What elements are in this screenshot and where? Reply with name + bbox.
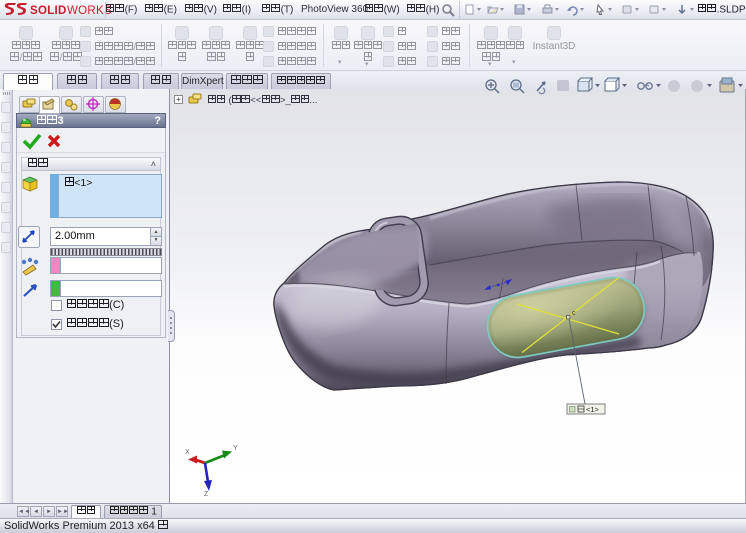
svg-text:Z: Z (204, 491, 209, 498)
svg-text:SOLID: SOLID (30, 5, 67, 17)
svg-text:X: X (185, 449, 190, 456)
svg-text:c: c (572, 310, 576, 317)
svg-text:Y: Y (233, 445, 238, 452)
svg-text:<1>: <1> (586, 405, 600, 414)
